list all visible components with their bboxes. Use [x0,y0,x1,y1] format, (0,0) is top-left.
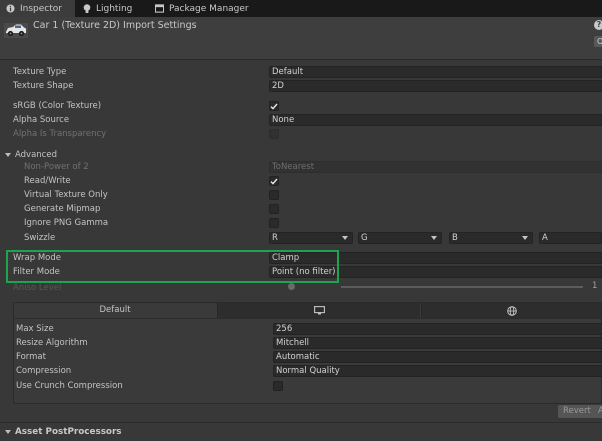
virtual-texture-label: Virtual Texture Only [24,190,108,200]
texture-thumbnail [4,23,28,41]
chevron-down-icon [522,236,528,240]
inspector-title: Car 1 (Texture 2D) Import Settings [33,20,197,31]
advanced-label: Advanced [15,149,57,160]
max-size-label: Max Size [16,324,54,334]
highlight-box [6,250,339,283]
max-size-dropdown[interactable]: 256 [273,323,602,335]
ignore-png-gamma-label: Ignore PNG Gamma [24,218,109,228]
alpha-transparency-checkbox [269,129,279,139]
open-button[interactable]: O [594,36,602,47]
section-divider [0,422,602,423]
swizzle-channel: R [272,233,278,243]
chevron-down-icon [342,236,348,240]
foldout-arrow-icon [5,152,11,157]
package-icon [155,4,164,13]
asset-postprocessors-foldout[interactable]: Asset PostProcessors [5,425,122,438]
generate-mipmap-checkbox[interactable] [269,204,279,214]
alpha-source-dropdown[interactable]: None [269,114,602,126]
platform-tab-default[interactable]: Default [14,303,216,318]
virtual-texture-checkbox[interactable] [269,190,279,200]
tab-inspector[interactable]: Inspector [0,0,75,17]
read-write-label: Read/Write [24,176,71,186]
globe-icon [506,306,517,316]
generate-mipmap-label: Generate Mipmap [24,204,101,214]
srgb-checkbox[interactable] [269,101,279,111]
info-icon [6,4,15,13]
texture-shape-dropdown[interactable]: 2D [269,80,602,92]
ignore-png-gamma-checkbox[interactable] [269,218,279,228]
format-dropdown[interactable]: Automatic [273,351,602,363]
texture-type-label: Texture Type [13,67,67,77]
aniso-level-value[interactable]: 1 [592,281,597,291]
monitor-icon [313,306,325,315]
non-power-dropdown: ToNearest [269,161,602,173]
tab-label: Lighting [96,3,133,14]
lightbulb-icon [83,3,91,14]
asset-postprocessors-label: Asset PostProcessors [15,426,122,437]
platform-tab-divider [14,318,602,319]
srgb-label: sRGB (Color Texture) [13,101,102,111]
crunch-compression-checkbox[interactable] [273,381,283,391]
compression-dropdown[interactable]: Normal Quality [273,365,602,377]
read-write-checkbox[interactable] [269,176,279,186]
texture-shape-label: Texture Shape [13,81,74,91]
resize-algorithm-dropdown[interactable]: Mitchell [273,337,602,349]
swizzle-b-dropdown[interactable]: B [449,232,533,244]
swizzle-a-dropdown[interactable]: A [539,232,602,244]
chevron-down-icon [431,236,437,240]
aniso-slider-track[interactable] [341,286,583,288]
swizzle-label: Swizzle [24,233,56,243]
aniso-level-label: Aniso Level [13,283,62,293]
checkmark-icon [270,103,278,110]
checkmark-icon [270,178,278,185]
format-label: Format [16,352,46,362]
alpha-source-label: Alpha Source [13,115,70,125]
help-icon[interactable]: ? [594,20,602,30]
texture-type-dropdown[interactable]: Default [269,66,602,78]
aniso-slider-thumb[interactable] [288,283,295,290]
tab-label: Inspector [20,3,62,14]
compression-label: Compression [16,366,72,376]
tab-lighting[interactable]: Lighting [83,0,132,17]
foldout-arrow-icon [5,429,11,434]
swizzle-channel: B [452,233,458,243]
swizzle-channel: A [542,233,548,243]
crunch-compression-label: Use Crunch Compression [16,381,123,391]
swizzle-channel: G [361,233,368,243]
advanced-foldout[interactable]: Advanced [5,148,57,161]
resize-algorithm-label: Resize Algorithm [16,338,88,348]
tab-label: Package Manager [169,3,249,14]
non-power-label: Non-Power of 2 [24,162,89,172]
platform-tab-webgl[interactable] [421,303,601,318]
alpha-transparency-label: Alpha Is Transparency [13,129,107,139]
swizzle-g-dropdown[interactable]: G [358,232,442,244]
swizzle-r-dropdown[interactable]: R [269,232,353,244]
platform-tab-standalone[interactable] [217,303,420,318]
revert-button[interactable]: Revert [558,405,596,418]
apply-button[interactable]: A [594,405,602,418]
tab-package-manager[interactable]: Package Manager [155,0,249,17]
